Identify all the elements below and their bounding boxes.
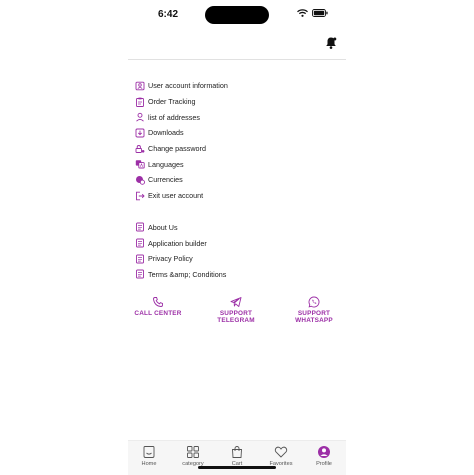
whatsapp-icon [308,296,320,308]
menu-item-label: Application builder [148,238,207,248]
menu-item-list-of-addresses[interactable]: list of addresses [135,109,335,125]
menu-item-user-account-information[interactable]: User account information [135,78,335,94]
home-indicator [198,466,276,469]
menu-item-downloads[interactable]: Downloads [135,125,335,141]
tab-cart[interactable]: Cart [217,445,257,467]
wifi-icon [297,9,308,17]
menu-item-change-password[interactable]: Change password [135,141,335,157]
support-telegram-button[interactable]: SUPPORT TELEGRAM [208,296,264,325]
menu-item-privacy-policy[interactable]: Privacy Policy [135,251,335,267]
tab-category[interactable]: category [173,445,213,467]
menu-item-label: Privacy Policy [148,254,193,264]
menu-item-label: Downloads [148,128,184,138]
menu-item-label: Languages [148,159,184,169]
document-icon [135,238,145,248]
document-icon [135,269,145,279]
menu-item-label: Exit user account [148,191,204,201]
menu-item-currencies[interactable]: Currencies [135,172,335,188]
heart-icon [274,446,288,458]
menu-item-about-us[interactable]: About Us [135,220,335,236]
bottom-tab-bar: Home category Cart Favorites Profile [128,440,346,475]
home-icon [143,446,155,458]
support-whatsapp-button[interactable]: SUPPORT WHATSAPP [286,296,342,325]
call-center-button[interactable]: CALL CENTER [130,296,186,317]
exit-icon [135,191,145,201]
user-card-icon [135,81,145,91]
tab-home[interactable]: Home [129,445,169,467]
person-pin-icon [135,112,145,122]
tab-profile[interactable]: Profile [304,445,344,467]
support-telegram-label-line1: SUPPORT [219,310,253,317]
call-center-label: CALL CENTER [134,310,182,317]
support-whatsapp-label-line2: WHATSAPP [295,317,333,325]
profile-icon [318,446,330,458]
download-icon [135,128,145,138]
menu-item-application-builder[interactable]: Application builder [135,235,335,251]
support-telegram-label-line2: TELEGRAM [217,317,255,325]
document-icon [135,254,145,264]
status-bar: 6:42 [128,0,346,30]
phone-icon [153,297,163,307]
currency-icon [135,175,145,185]
clipboard-icon [135,97,145,107]
battery-icon [312,9,328,17]
notification-bell-icon[interactable] [324,36,338,50]
menu-item-terms-and-conditions[interactable]: Terms &amp; Conditions [135,267,335,283]
menu-item-languages[interactable]: Languages [135,156,335,172]
menu-item-label: Order Tracking [148,97,196,107]
menu-item-label: User account information [148,81,228,91]
language-icon [135,159,145,169]
status-icons [297,9,328,17]
tab-label: Profile [316,461,332,467]
grid-icon [187,446,199,458]
menu-item-exit-user-account[interactable]: Exit user account [135,188,335,204]
header-divider [128,59,346,60]
telegram-icon [230,297,242,307]
menu-item-label: Currencies [148,175,183,185]
key-icon [135,144,145,154]
support-row: CALL CENTER SUPPORT TELEGRAM SUPPORT WHA… [128,296,346,336]
tab-label: Home [141,461,157,467]
tab-favorites[interactable]: Favorites [261,445,301,467]
menu-item-label: Terms &amp; Conditions [148,269,227,279]
support-whatsapp-label-line1: SUPPORT [297,310,331,317]
app-screen: 6:42 User account information Order Trac… [128,0,346,475]
status-time: 6:42 [158,9,179,20]
profile-menu: User account information Order Tracking … [135,78,335,282]
cart-icon [232,446,242,458]
dynamic-island [205,6,269,24]
menu-item-label: About Us [148,222,178,232]
menu-item-order-tracking[interactable]: Order Tracking [135,94,335,110]
menu-item-label: list of addresses [148,112,200,122]
document-icon [135,222,145,232]
menu-item-label: Change password [148,144,206,154]
